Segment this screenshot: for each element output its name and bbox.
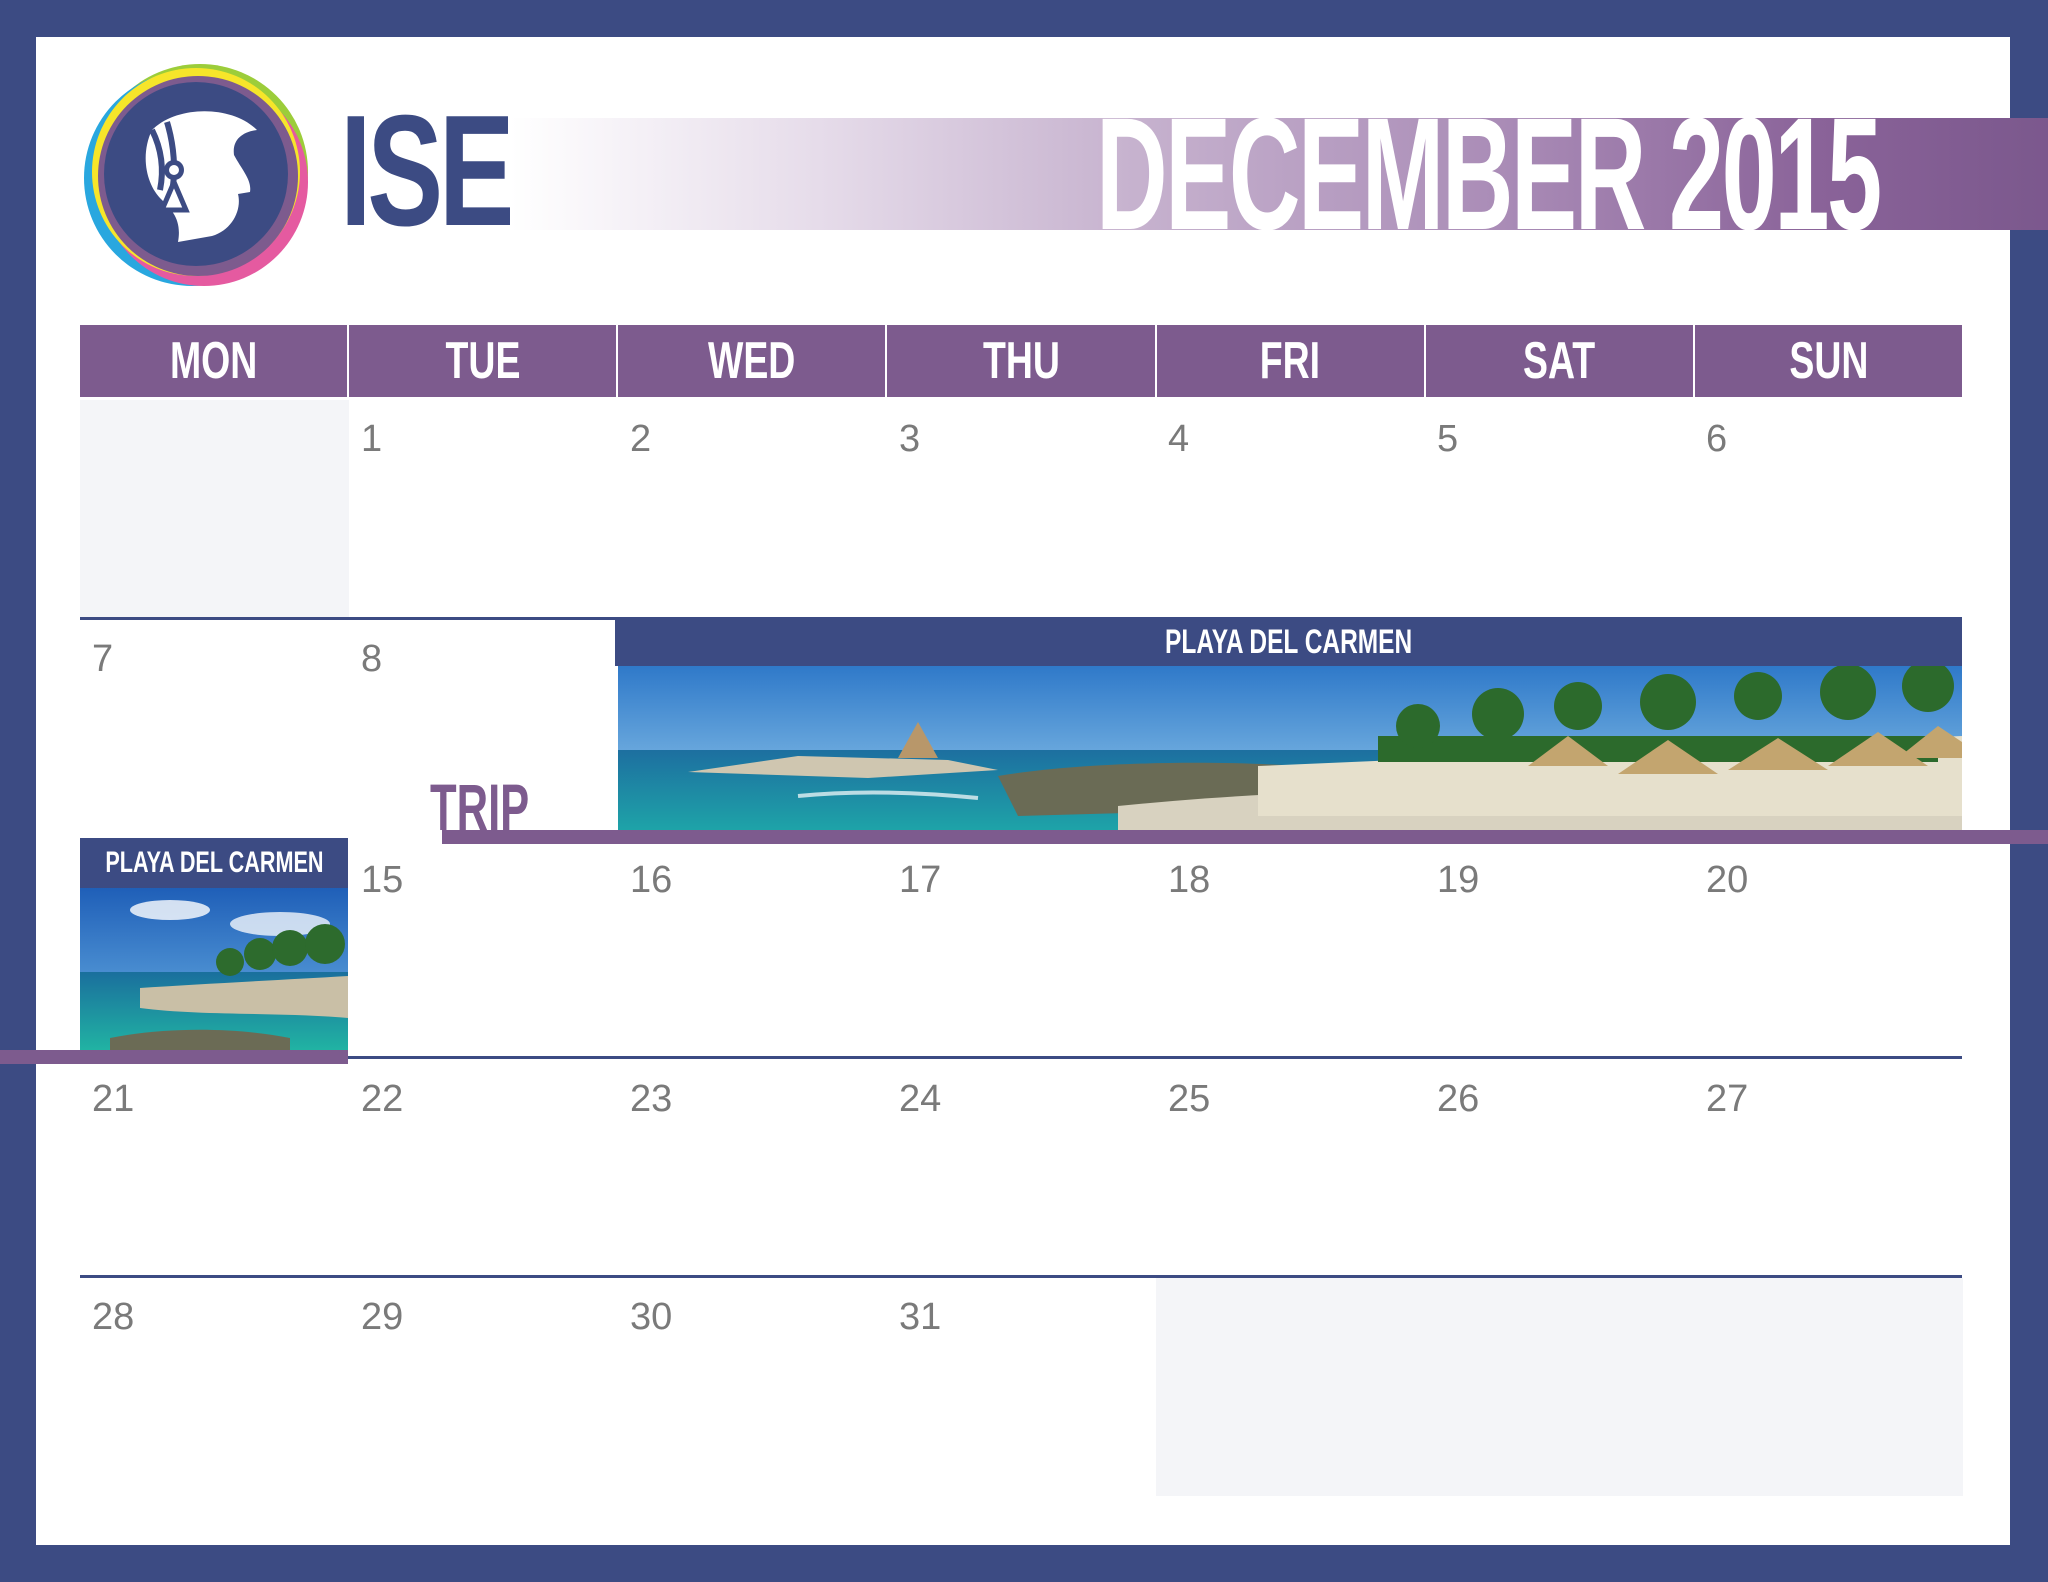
- day-cell[interactable]: 7: [80, 620, 349, 838]
- day-cell[interactable]: 30: [618, 1278, 887, 1496]
- row-divider: [348, 1056, 1962, 1059]
- day-number: 24: [899, 1078, 942, 1120]
- weekday-sun: SUN: [1788, 332, 1868, 390]
- day-cell[interactable]: 2: [618, 400, 887, 618]
- weekday-tue: TUE: [349, 325, 619, 397]
- day-number: 18: [1168, 859, 1211, 901]
- weekday-sat: SAT: [1426, 325, 1695, 397]
- day-cell[interactable]: 15: [349, 841, 618, 1059]
- event-banner-playa-del-carmen[interactable]: PLAYA DEL CARMEN: [615, 618, 1962, 666]
- day-number: 8: [361, 638, 383, 680]
- day-number: 28: [92, 1296, 135, 1338]
- day-number: 27: [1706, 1078, 1749, 1120]
- day-cell-empty: [1425, 1278, 1694, 1496]
- day-number: 17: [899, 859, 942, 901]
- day-cell-empty: [1156, 1278, 1425, 1496]
- day-number: 16: [630, 859, 673, 901]
- day-cell[interactable]: 26: [1425, 1060, 1694, 1278]
- day-number: 5: [1437, 418, 1459, 460]
- day-number: 23: [630, 1078, 673, 1120]
- day-number: 1: [361, 418, 383, 460]
- day-number: 19: [1437, 859, 1480, 901]
- ise-logo: [82, 60, 312, 290]
- beach-photo-small: [80, 888, 348, 1050]
- day-cell[interactable]: 25: [1156, 1060, 1425, 1278]
- weekday-mon: MON: [80, 325, 350, 397]
- day-cell[interactable]: 27: [1694, 1060, 1963, 1278]
- day-cell[interactable]: 16: [618, 841, 887, 1059]
- day-cell[interactable]: 1: [349, 400, 618, 618]
- day-cell[interactable]: 21: [80, 1060, 349, 1278]
- day-number: 2: [630, 418, 652, 460]
- day-number: 4: [1168, 418, 1190, 460]
- day-number: 20: [1706, 859, 1749, 901]
- day-cell[interactable]: 29: [349, 1278, 618, 1496]
- brand-name: ISE: [340, 83, 515, 259]
- day-cell-empty: [1694, 1278, 1963, 1496]
- day-number: 6: [1706, 418, 1728, 460]
- weekday-wed: WED: [618, 325, 888, 397]
- month-title: DECEMBER 2015: [1096, 84, 1882, 263]
- day-number: 21: [92, 1078, 135, 1120]
- day-cell[interactable]: 4: [1156, 400, 1425, 618]
- day-cell[interactable]: 17: [887, 841, 1156, 1059]
- day-cell[interactable]: 19: [1425, 841, 1694, 1059]
- day-number: 22: [361, 1078, 404, 1120]
- day-number: 15: [361, 859, 404, 901]
- day-cell[interactable]: 22: [349, 1060, 618, 1278]
- day-number: 26: [1437, 1078, 1480, 1120]
- day-cell[interactable]: 24: [887, 1060, 1156, 1278]
- day-cell[interactable]: 28: [80, 1278, 349, 1496]
- day-number: 31: [899, 1296, 942, 1338]
- weekday-header: MON TUE WED THU FRI SAT SUN: [80, 325, 1962, 397]
- day-cell[interactable]: 31: [887, 1278, 1156, 1496]
- event-banner-playa-del-carmen-small[interactable]: PLAYA DEL CARMEN: [80, 838, 348, 888]
- day-cell[interactable]: 5: [1425, 400, 1694, 618]
- day-number: 25: [1168, 1078, 1211, 1120]
- day-cell[interactable]: 18: [1156, 841, 1425, 1059]
- beach-photo-wide: [618, 666, 1962, 830]
- day-cell-empty: [80, 400, 349, 618]
- day-number: 3: [899, 418, 921, 460]
- day-number: 29: [361, 1296, 404, 1338]
- day-number: 30: [630, 1296, 673, 1338]
- day-number: 7: [92, 638, 114, 680]
- weekday-fri: FRI: [1157, 325, 1426, 397]
- day-cell[interactable]: 6: [1694, 400, 1963, 618]
- day-cell[interactable]: 23: [618, 1060, 887, 1278]
- day-cell[interactable]: 3: [887, 400, 1156, 618]
- day-cell[interactable]: 20: [1694, 841, 1963, 1059]
- weekday-thu: THU: [887, 325, 1157, 397]
